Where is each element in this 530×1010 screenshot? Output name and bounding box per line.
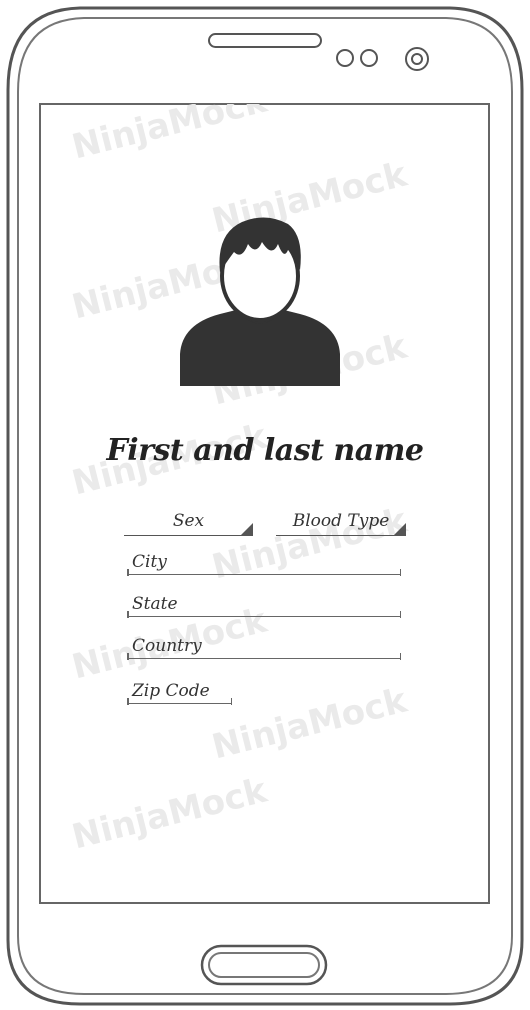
state-placeholder: State	[132, 594, 178, 614]
sex-select[interactable]: Sex	[124, 509, 253, 536]
field-tick	[399, 568, 401, 576]
state-field[interactable]: State	[127, 594, 401, 618]
field-tick	[399, 610, 401, 618]
watermark-text: NinjaMock	[68, 104, 271, 168]
user-avatar-icon[interactable]	[180, 214, 340, 386]
watermark-text: NinjaMock	[208, 680, 411, 768]
zip-code-field[interactable]: Zip Code	[127, 681, 232, 705]
mockup-stage: NinjaMock NinjaMock NinjaMock NinjaMock …	[0, 0, 530, 1010]
zip-code-placeholder: Zip Code	[132, 681, 210, 701]
field-tick	[127, 568, 129, 576]
blood-type-select-label: Blood Type	[292, 511, 390, 531]
front-camera-icon	[405, 47, 429, 71]
dropdown-triangle-icon	[394, 523, 406, 535]
city-placeholder: City	[132, 552, 167, 572]
field-tick	[127, 697, 129, 705]
speaker-slot-icon	[208, 33, 322, 48]
watermark-text: NinjaMock	[68, 770, 271, 858]
field-tick	[399, 652, 401, 660]
country-placeholder: Country	[132, 636, 202, 656]
field-tick	[230, 697, 232, 705]
country-field[interactable]: Country	[127, 636, 401, 660]
blood-type-select[interactable]: Blood Type	[276, 509, 406, 536]
sensor-dots-icon	[336, 49, 378, 67]
field-tick	[127, 652, 129, 660]
city-field[interactable]: City	[127, 552, 401, 576]
home-button-icon[interactable]	[200, 944, 328, 986]
sex-select-label: Sex	[172, 511, 205, 531]
dropdown-triangle-icon	[241, 523, 253, 535]
phone-screen: NinjaMock NinjaMock NinjaMock NinjaMock …	[40, 104, 489, 903]
profile-name: First and last name	[106, 433, 424, 468]
field-tick	[127, 610, 129, 618]
